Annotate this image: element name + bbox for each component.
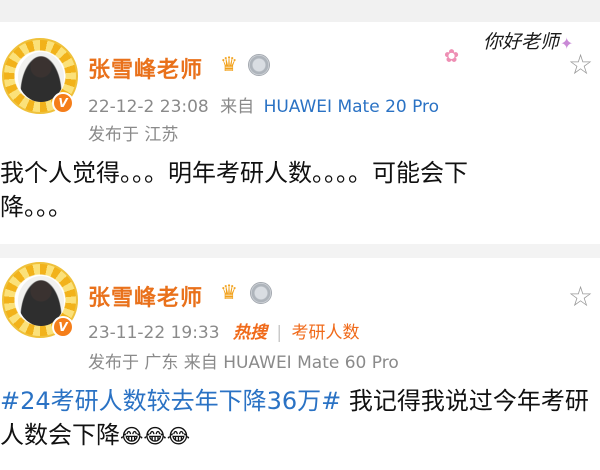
post-divider (0, 244, 600, 258)
post-date: 22-12-2 23:08 (88, 97, 209, 117)
star-icon[interactable]: ☆ (568, 48, 593, 81)
username[interactable]: 张雪峰老师 (88, 280, 203, 312)
post-meta: 23-11-22 19:33 热搜 | 考研人数 (88, 318, 360, 343)
crown-icon: ♛ (220, 52, 238, 76)
post-meta: 22-12-2 23:08 来自 HUAWEI Mate 20 Pro (88, 92, 439, 117)
verified-v-icon: V (52, 316, 74, 338)
hot-search-badge[interactable]: 热搜 (233, 323, 267, 343)
post-location: 发布于 江苏 (88, 125, 179, 145)
post-date: 23-11-22 19:33 (88, 323, 220, 343)
medal-icon (250, 282, 272, 304)
top-strip (0, 0, 600, 22)
post-body-line: 降。。。 (0, 193, 72, 221)
crown-icon: ♛ (220, 280, 238, 304)
post-body: 我个人觉得。。。明年考研人数。。。。可能会下 降。。。 (0, 156, 590, 224)
laughing-emoji-icon: 😂😂😂 (120, 424, 191, 448)
hot-topic-link[interactable]: 考研人数 (292, 323, 360, 343)
weibo-post-1[interactable]: V 张雪峰老师 ♛ 22-12-2 23:08 来自 HUAWEI Mate 2… (0, 22, 600, 244)
post-body-line: 人数会下降😂😂😂 (0, 418, 590, 453)
post-body-text: 人数会下降 (0, 421, 120, 449)
meta-separator: | (276, 323, 283, 343)
verified-v-icon: V (52, 92, 74, 114)
medal-icon (248, 54, 270, 76)
star-icon[interactable]: ☆ (568, 280, 593, 313)
source-prefix: 来自 (220, 97, 255, 117)
post-location-source: 发布于 广东 来自 HUAWEI Mate 60 Pro (88, 353, 399, 373)
hashtag-link[interactable]: #24考研人数较去年下降36万# (0, 387, 341, 415)
username[interactable]: 张雪峰老师 (88, 52, 203, 84)
post-body-line: 我个人觉得。。。明年考研人数。。。。可能会下 (0, 159, 468, 187)
post-body-line: #24考研人数较去年下降36万# 我记得我说过今年考研 (0, 384, 590, 418)
post-body-text: 我记得我说过今年考研 (341, 387, 589, 415)
weibo-post-2[interactable]: V 张雪峰老师 ♛ 23-11-22 19:33 热搜 | 考研人数 发布于 广… (0, 258, 600, 470)
post-body: #24考研人数较去年下降36万# 我记得我说过今年考研 人数会下降😂😂😂 (0, 384, 590, 453)
device-link[interactable]: HUAWEI Mate 20 Pro (264, 97, 440, 117)
